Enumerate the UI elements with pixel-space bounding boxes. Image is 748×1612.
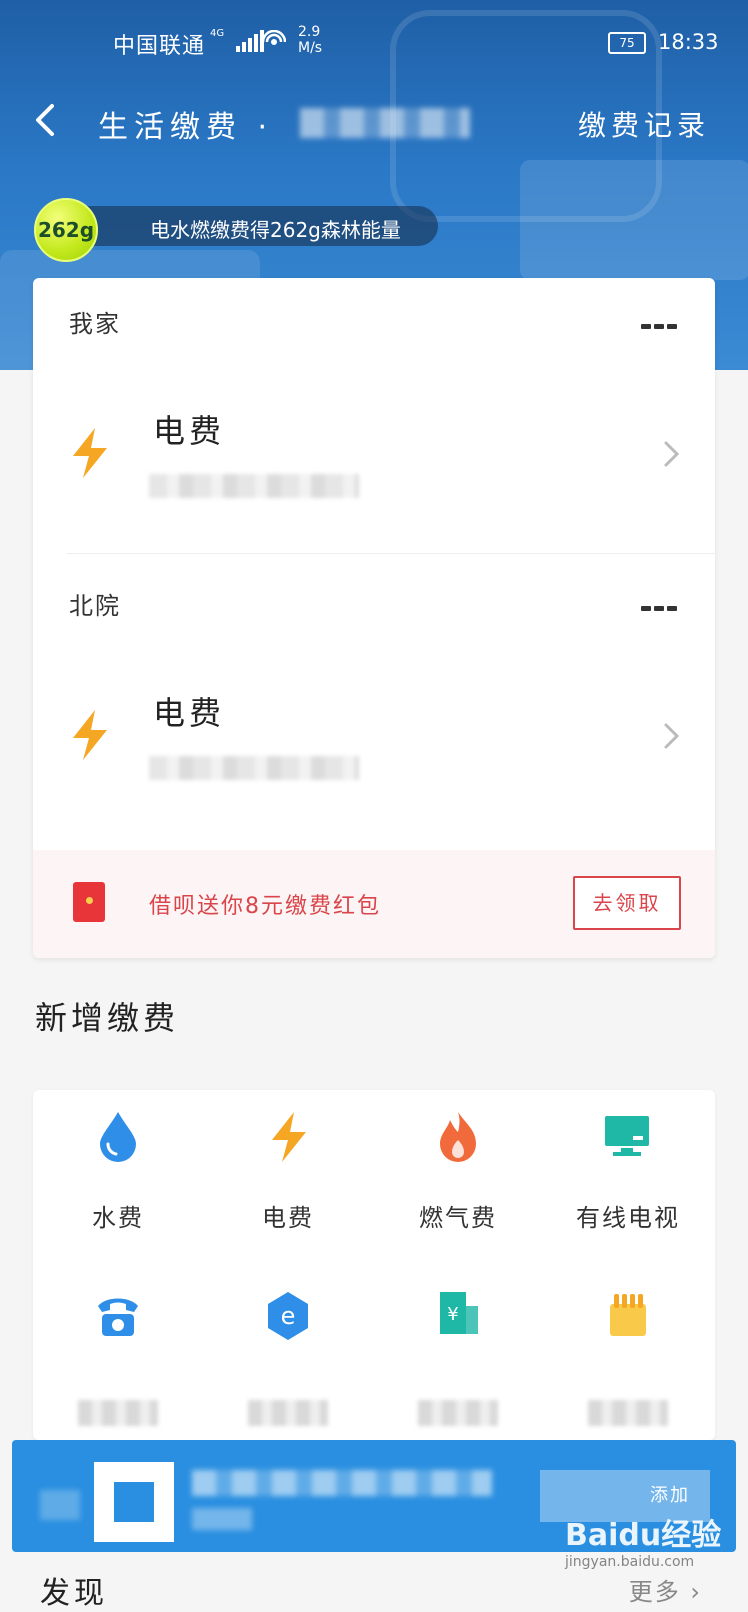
chevron-right-icon [664,441,680,467]
section-title-discover: 发现 [40,1576,108,1611]
group-title-home: 我家 [69,310,121,338]
bill-name: 电费 [153,412,226,450]
network-type: 4G [210,28,225,39]
nav-bar: 生活缴费 · 缴费记录 [0,90,748,150]
bolt-icon [73,710,107,760]
new-payment-grid: 水费 电费 燃气费 有线电视 e ¥ [33,1090,715,1440]
bills-card: 我家 电费 北院 电费 借呗送你8元缴费红包 去领取 [33,278,715,958]
payment-records-link[interactable]: 缴费记录 [578,104,710,144]
speed-unit: M/s [298,40,323,56]
speed-value: 2.9 [298,24,321,40]
redacted-content [192,1470,492,1496]
redacted-label [248,1400,328,1426]
baidu-watermark: Baidu经验 jingyan.baidu.com [565,1510,721,1570]
bill-name: 电费 [153,694,226,732]
red-envelope-icon [73,882,105,922]
promo-text: 借呗送你8元缴费红包 [149,894,381,919]
redacted-account-number [149,756,359,780]
page-title: 生活缴费 · [98,110,274,145]
payment-type-label: 水费 [92,1204,144,1232]
payment-type-label: 燃气费 [419,1204,497,1232]
status-bar: 中国联通 4G 2.9 M/s 75 18:33 [0,0,748,72]
energy-text: 电水燃缴费得262g森林能量 [150,218,401,242]
redacted-content [40,1490,80,1520]
payment-type-label: 电费 [262,1204,314,1232]
tv-icon [605,1116,649,1156]
payment-type-property[interactable]: ¥ [373,1270,543,1426]
property-fee-icon: ¥ [440,1292,478,1334]
background-decoration [520,160,748,280]
energy-ball-icon: 262g [34,198,98,262]
payment-type-telephone[interactable] [33,1270,203,1426]
discover-more-label: 更多 [628,1578,681,1606]
svg-text:¥: ¥ [447,1304,458,1325]
discover-more-link[interactable]: 更多 › [629,1572,702,1607]
more-options-icon[interactable] [641,596,681,611]
carrier-name: 中国联通 [113,34,206,59]
water-drop-icon [100,1112,136,1162]
payment-type-broadband[interactable]: e [203,1270,373,1426]
group-title-north: 北院 [69,592,121,620]
payment-type-cable-tv[interactable]: 有线电视 [543,1090,713,1240]
more-options-icon[interactable] [641,314,681,329]
battery-icon: 75 [608,32,646,54]
svg-text:e: e [281,1302,296,1330]
payment-type-electricity[interactable]: 电费 [203,1090,373,1240]
watermark-url: jingyan.baidu.com [565,1554,695,1570]
heating-icon [610,1294,646,1336]
redacted-label [588,1400,668,1426]
claim-button[interactable]: 去领取 [573,876,681,930]
watermark-brand: Baidu经验 [565,1518,722,1553]
bill-item-electricity[interactable]: 电费 [33,660,715,820]
payment-type-water[interactable]: 水费 [33,1090,203,1240]
qr-code-icon [94,1462,174,1542]
redacted-account-name [300,108,470,138]
broadband-icon: e [268,1292,308,1340]
energy-pill: 电水燃缴费得262g森林能量 [58,206,438,246]
redacted-content [192,1508,252,1530]
clock: 18:33 [658,30,719,54]
bill-item-electricity[interactable]: 电费 [33,378,715,538]
payment-type-heating[interactable] [543,1270,713,1426]
payment-type-gas[interactable]: 燃气费 [373,1090,543,1240]
bolt-icon [272,1112,306,1162]
chevron-right-icon [664,723,680,749]
telephone-icon [98,1298,138,1336]
back-icon[interactable] [32,102,62,138]
network-speed: 2.9 M/s [298,24,322,56]
redacted-account-number [149,474,359,498]
red-envelope-promo: 借呗送你8元缴费红包 去领取 [33,850,715,958]
divider [67,553,715,554]
section-title-new-payment: 新增缴费 [35,999,180,1037]
energy-amount: 262g [37,218,95,242]
payment-type-label: 有线电视 [576,1204,680,1232]
redacted-label [78,1400,158,1426]
hotspot-icon [262,30,286,45]
bolt-icon [73,428,107,478]
redacted-label [418,1400,498,1426]
flame-icon [440,1112,476,1162]
